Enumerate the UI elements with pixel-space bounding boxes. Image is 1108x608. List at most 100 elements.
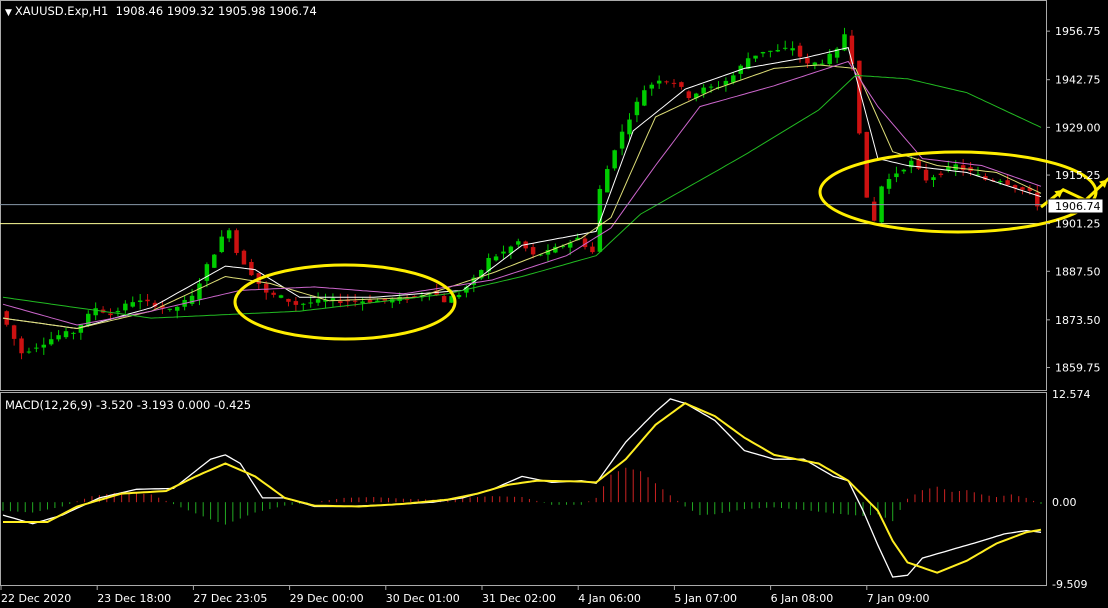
candle-body	[315, 299, 321, 303]
candle-body	[612, 150, 617, 169]
candle-body	[71, 332, 76, 334]
candle-body	[656, 80, 662, 84]
macd-axis-label: 12.574	[1052, 388, 1091, 401]
signal-line	[3, 402, 1042, 574]
time-axis-label: 27 Dec 23:05	[193, 592, 267, 605]
candle-body	[115, 310, 121, 313]
price-pane-frame	[0, 0, 1047, 391]
time-axis-label: 4 Jan 06:00	[578, 592, 641, 605]
candle-body	[679, 82, 684, 87]
candle-body	[605, 169, 610, 193]
time-axis-label: 31 Dec 02:00	[482, 592, 556, 605]
time-axis: 22 Dec 2020 23 Dec 18:00 27 Dec 23:05 29 De…	[0, 585, 929, 605]
candle-body	[338, 301, 343, 303]
candle-body	[790, 48, 795, 51]
candle-body	[649, 84, 654, 89]
candle-body	[923, 169, 929, 181]
candle-body	[11, 325, 17, 339]
candle-body	[938, 173, 944, 176]
candle-body	[263, 283, 269, 293]
candle-body	[308, 302, 313, 304]
candle-body	[886, 179, 892, 189]
price-axis-label: 1942.75	[1055, 74, 1101, 87]
candle-body	[48, 339, 54, 345]
candle-body	[78, 324, 84, 333]
candle-body	[367, 299, 373, 303]
candle-body	[204, 264, 210, 281]
candle-body	[197, 283, 202, 300]
moving-average-line	[2, 60, 1042, 326]
price-axis-label: 1929.00	[1055, 121, 1101, 134]
candle-body	[664, 81, 669, 83]
macd-line	[2, 398, 1042, 578]
chart-canvas[interactable]: 1956.75 1942.75 1929.00 1915.25 1901.25 1887.…	[0, 0, 1108, 608]
candle-body	[797, 45, 803, 57]
candle-body	[130, 302, 135, 307]
price-axis-label: 1956.75	[1055, 25, 1101, 38]
candle-body	[864, 131, 869, 198]
candle-body	[820, 63, 825, 65]
current-price-tag: 1906.74	[1047, 198, 1104, 214]
candle-body	[768, 50, 773, 52]
macd-axis-label: 0.00	[1052, 496, 1077, 509]
candle-body	[782, 47, 788, 49]
candle-body	[241, 250, 247, 265]
candle-body	[731, 75, 736, 83]
candle-body	[590, 246, 595, 253]
candle-body	[41, 344, 47, 348]
candle-body	[108, 313, 113, 316]
time-axis-label: 29 Dec 00:00	[290, 592, 364, 605]
candle-body	[960, 165, 966, 171]
candle-body	[212, 254, 217, 268]
candle-body	[34, 347, 39, 349]
candle-body	[671, 82, 677, 84]
candle-body	[1005, 180, 1010, 185]
candle-body	[894, 173, 899, 178]
candle-body	[760, 52, 766, 54]
candle-body	[634, 101, 640, 116]
annotations-group	[233, 150, 1108, 341]
candle-body	[701, 87, 706, 94]
macd-axis-label: -9.509	[1052, 578, 1087, 591]
candle-body	[145, 299, 150, 302]
candle-body	[234, 230, 239, 253]
moving-average-line	[2, 74, 1042, 319]
candle-body	[530, 247, 536, 255]
candle-body	[619, 131, 625, 149]
candle-body	[226, 230, 232, 239]
candle-body	[189, 295, 195, 304]
candle-body	[19, 338, 24, 354]
macd-lines-group	[2, 398, 1042, 578]
candle-body	[26, 351, 32, 353]
candle-body	[1020, 187, 1025, 190]
candle-body	[627, 119, 632, 135]
candle-body	[56, 335, 61, 340]
moving-averages-group	[2, 46, 1042, 330]
time-axis-label: 30 Dec 01:00	[386, 592, 460, 605]
current-price-label: 1906.74	[1055, 200, 1101, 213]
candle-body	[286, 298, 291, 302]
candle-body	[278, 295, 284, 298]
candle-body	[753, 55, 758, 59]
candle-body	[219, 236, 224, 253]
candle-body	[493, 256, 499, 261]
candle-body	[63, 331, 69, 338]
price-pane	[0, 0, 1108, 391]
candle-body	[301, 303, 306, 305]
candle-body	[137, 300, 143, 302]
candle-body	[901, 169, 907, 172]
candle-body	[293, 301, 299, 305]
candle-body	[642, 90, 647, 106]
price-axis-label: 1873.50	[1055, 314, 1101, 327]
candle-body	[997, 181, 1003, 183]
price-axis-label: 1901.25	[1055, 218, 1101, 231]
candle-body	[456, 294, 462, 298]
time-axis-label: 5 Jan 07:00	[674, 592, 737, 605]
highlight-ellipse	[233, 263, 457, 341]
candle-body	[708, 86, 714, 88]
candle-body	[271, 292, 276, 295]
macd-axis: 12.574 0.00 -9.509	[1052, 388, 1091, 591]
time-axis-label: 6 Jan 08:00	[771, 592, 834, 605]
horizontal-lines-group	[0, 204, 1046, 225]
candle-body	[175, 306, 180, 311]
